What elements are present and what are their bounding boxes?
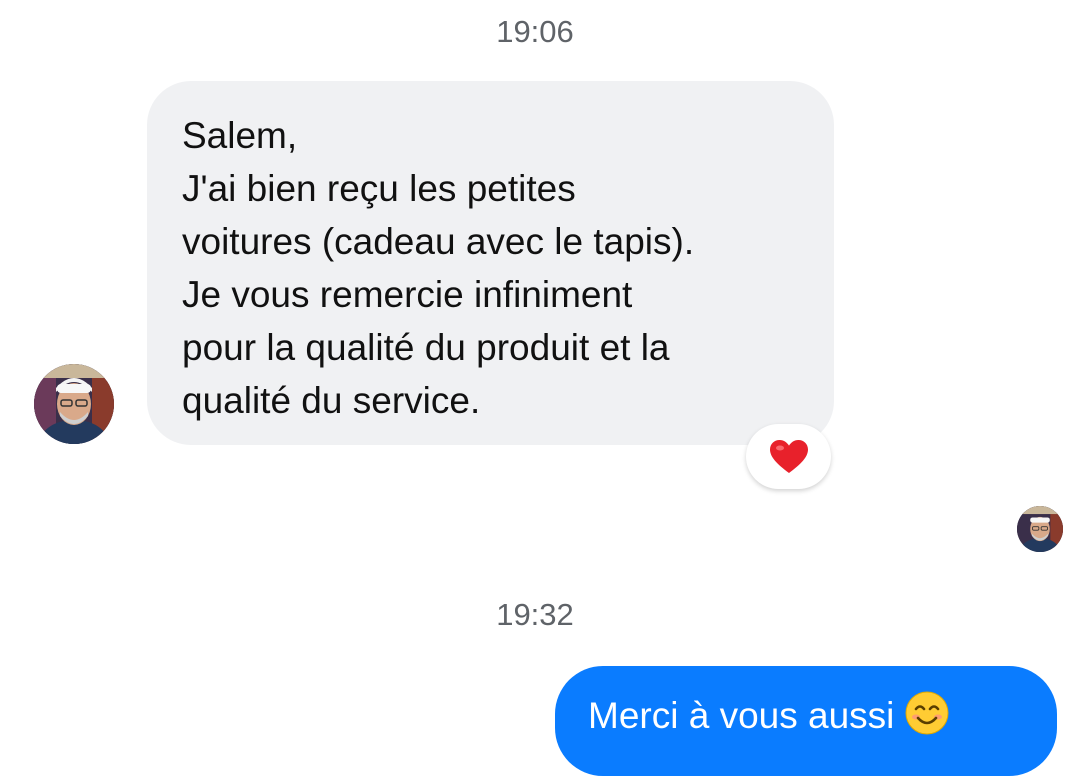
incoming-message-bubble[interactable]: Salem, J'ai bien reçu les petites voitur… xyxy=(147,81,834,445)
message-line: qualité du service. xyxy=(182,380,481,421)
message-line: voitures (cadeau avec le tapis). xyxy=(182,221,695,262)
message-line: Salem, xyxy=(182,115,298,156)
message-line: pour la qualité du produit et la xyxy=(182,327,670,368)
avatar-photo xyxy=(1017,506,1063,552)
outgoing-message-text: Merci à vous aussi xyxy=(588,695,895,736)
message-line: Je vous remercie infiniment xyxy=(182,274,633,315)
heart-reaction[interactable] xyxy=(746,424,831,489)
timestamp: 19:06 xyxy=(496,14,574,49)
outgoing-message-bubble[interactable]: Merci à vous aussi xyxy=(555,666,1057,776)
heart-icon xyxy=(769,439,808,473)
message-line: J'ai bien reçu les petites xyxy=(182,168,576,209)
timestamp: 19:32 xyxy=(496,597,574,632)
seen-receipt-avatar xyxy=(1017,506,1063,552)
avatar-photo xyxy=(34,364,114,444)
sender-avatar[interactable] xyxy=(34,364,114,444)
smiling-face-emoji-icon xyxy=(904,690,950,736)
